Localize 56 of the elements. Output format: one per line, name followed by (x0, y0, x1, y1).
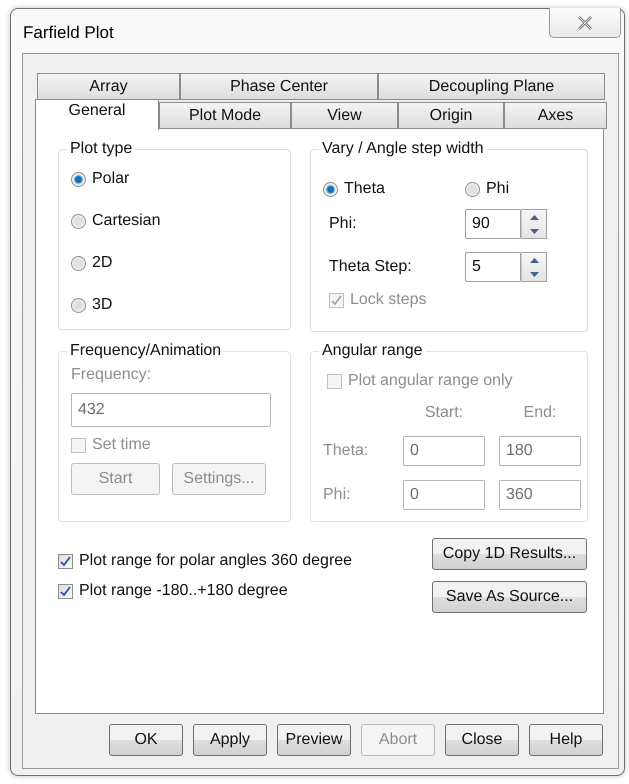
checkbox[interactable] (58, 554, 73, 568)
radio-button[interactable] (323, 182, 338, 196)
column-label: End: (522, 404, 558, 422)
row-label: Phi: (323, 486, 352, 504)
group-title: Angular range (321, 342, 424, 360)
row-label: Theta: (323, 442, 370, 460)
checkbox-label: Plot range -180..+180 degree (79, 582, 288, 600)
close-button[interactable] (549, 8, 621, 38)
number-field[interactable]: 5 (465, 252, 521, 282)
radio-button[interactable] (71, 172, 86, 186)
radio-label: Polar (92, 170, 130, 188)
spin-buttons[interactable] (521, 252, 547, 282)
down-arrow-icon[interactable] (530, 272, 538, 276)
number-field[interactable]: 90 (465, 209, 521, 239)
tab[interactable]: Phase Center (180, 73, 378, 100)
checkbox-label: Lock steps (350, 291, 426, 309)
action-button[interactable]: Save As Source... (432, 581, 587, 613)
close-icon (577, 16, 593, 30)
checkbox-label: Set time (92, 436, 151, 454)
checkbox-label: Plot range for polar angles 360 degree (79, 552, 352, 570)
radio-label: 3D (92, 296, 112, 314)
spin-buttons[interactable] (521, 209, 547, 239)
group-title: Frequency/Animation (69, 342, 222, 360)
field-label: Frequency: (71, 366, 152, 384)
dialog-button[interactable]: Close (445, 724, 519, 756)
up-arrow-icon[interactable] (530, 258, 538, 262)
radio-label: Cartesian (92, 212, 160, 230)
radio-button[interactable] (71, 214, 86, 228)
radio-button[interactable] (71, 298, 86, 312)
tab[interactable]: General (35, 99, 159, 130)
up-arrow-icon[interactable] (530, 214, 538, 220)
dialog-button[interactable]: Help (529, 724, 603, 756)
radio-label: 2D (92, 254, 112, 272)
group-title: Plot type (69, 140, 134, 158)
tab[interactable]: View (291, 102, 398, 129)
radio-button[interactable] (71, 256, 86, 270)
radio-label: Theta (344, 180, 385, 198)
tab[interactable]: Decoupling Plane (378, 73, 605, 100)
window-title: Farfield Plot (23, 23, 114, 43)
tab[interactable]: Origin (398, 102, 504, 129)
checkbox[interactable] (58, 584, 73, 598)
tab[interactable]: Plot Mode (159, 102, 291, 129)
column-label: Start: (424, 404, 464, 422)
down-arrow-icon[interactable] (530, 228, 538, 234)
dialog-button[interactable]: Apply (193, 724, 267, 756)
radio-button[interactable] (465, 182, 480, 196)
checkbox-label: Plot angular range only (348, 372, 513, 390)
field-label: Theta Step: (329, 258, 413, 276)
radio-label: Phi (486, 180, 510, 198)
tab[interactable]: Array (37, 73, 180, 100)
dialog-button[interactable]: OK (109, 724, 183, 756)
group-title: Vary / Angle step width (321, 140, 485, 158)
tab[interactable]: Axes (504, 102, 607, 129)
field-label: Phi: (329, 215, 358, 233)
action-button[interactable]: Copy 1D Results... (432, 538, 587, 570)
dialog-button[interactable]: Preview (277, 724, 351, 756)
